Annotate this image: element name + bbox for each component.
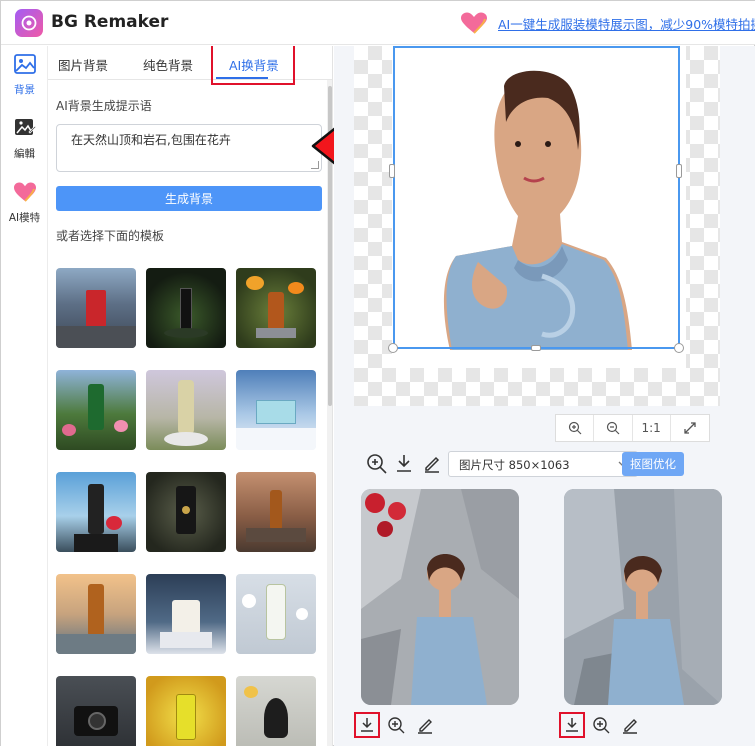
resize-handle-left[interactable]	[389, 164, 395, 178]
template-thumbnail[interactable]	[236, 676, 316, 746]
rail-label: AI模特	[8, 212, 41, 224]
app-logo[interactable]	[15, 9, 43, 37]
template-thumbnail[interactable]	[56, 676, 136, 746]
result-image-2[interactable]	[564, 489, 722, 705]
generate-background-button[interactable]: 生成背景	[56, 186, 322, 211]
edit-image-icon	[14, 118, 37, 142]
left-rail: 背景 編輯 AI模特	[1, 46, 48, 746]
image-icon	[13, 54, 36, 78]
template-thumbnail[interactable]	[146, 676, 226, 746]
edit-pen-icon	[623, 719, 637, 734]
highlight-box	[211, 46, 295, 85]
actual-size-button[interactable]: 1:1	[633, 415, 671, 441]
rail-item-ai-model[interactable]: AI模特	[1, 182, 48, 242]
resize-handle-bottom[interactable]	[531, 345, 541, 351]
resize-handle-bottom-right[interactable]	[674, 343, 684, 353]
zoom-controls: 1:1	[555, 414, 710, 442]
canvas-workspace: 1:1 图片尺寸 850×1063 抠图优化	[334, 46, 755, 746]
result-image-1[interactable]	[361, 489, 519, 705]
image-size-select[interactable]: 图片尺寸 850×1063	[448, 451, 638, 477]
template-thumbnail[interactable]	[236, 370, 316, 450]
download-result-1-button[interactable]	[354, 712, 380, 738]
image-toolbar: 图片尺寸 850×1063 抠图优化	[364, 451, 734, 477]
zoom-out-icon	[606, 421, 620, 435]
cutout-optimize-button[interactable]: 抠图优化	[622, 452, 684, 476]
result-1-actions	[354, 712, 441, 738]
template-thumbnail[interactable]	[236, 268, 316, 348]
heart-icon	[460, 12, 488, 38]
rail-item-edit[interactable]: 編輯	[1, 118, 48, 178]
rail-item-background[interactable]: 背景	[1, 54, 48, 114]
fullscreen-button[interactable]	[671, 415, 709, 441]
template-thumbnail[interactable]	[146, 472, 226, 552]
template-thumbnail[interactable]	[146, 370, 226, 450]
promo-link[interactable]: AI一键生成服装模特展示图，减少90%模特拍摄	[498, 14, 755, 33]
rail-label: 編輯	[14, 148, 35, 160]
selection-frame[interactable]	[393, 46, 680, 349]
prompt-textarea[interactable]: 在天然山顶和岩石,包围在花卉	[56, 124, 322, 172]
download-icon	[361, 718, 373, 732]
tab-image-background[interactable]: 图片背景	[58, 55, 108, 74]
expand-icon	[684, 422, 696, 434]
template-thumbnail[interactable]	[56, 574, 136, 654]
resize-handle-right[interactable]	[676, 164, 682, 178]
edit-pen-icon	[418, 719, 432, 734]
prompt-text: 在天然山顶和岩石,包围在花卉	[71, 133, 231, 147]
template-thumbnail[interactable]	[56, 472, 136, 552]
zoom-in-icon	[568, 421, 582, 435]
app-title: BG Remaker	[51, 12, 169, 32]
edit-result-1-button[interactable]	[412, 712, 438, 738]
result-2-actions	[559, 712, 646, 738]
prompt-label: AI背景生成提示语	[56, 99, 152, 113]
heart-icon	[13, 182, 37, 206]
zoom-in-icon[interactable]	[366, 453, 388, 479]
zoom-in-button[interactable]	[556, 415, 595, 441]
zoom-result-1-button[interactable]	[383, 712, 409, 738]
image-size-value: 图片尺寸 850×1063	[459, 458, 570, 472]
background-panel: 图片背景 纯色背景 AI换背景 AI背景生成提示语 在天然山顶和岩石,包围在花卉…	[48, 46, 333, 746]
template-thumbnail[interactable]	[146, 268, 226, 348]
templates-label: 或者选择下面的模板	[56, 229, 165, 243]
resize-handle-bottom-left[interactable]	[388, 343, 398, 353]
rail-label: 背景	[14, 84, 35, 96]
download-icon[interactable]	[394, 453, 414, 477]
zoom-out-button[interactable]	[594, 415, 633, 441]
template-thumbnail[interactable]	[236, 574, 316, 654]
edit-result-2-button[interactable]	[617, 712, 643, 738]
download-icon	[566, 718, 578, 732]
app-header: BG Remaker AI一键生成服装模特展示图，减少90%模特拍摄	[1, 1, 755, 45]
template-thumbnail[interactable]	[146, 574, 226, 654]
tab-solid-background[interactable]: 纯色背景	[143, 55, 193, 74]
edit-pen-icon[interactable]	[422, 453, 442, 477]
template-thumbnail[interactable]	[236, 472, 316, 552]
template-thumbnail[interactable]	[56, 268, 136, 348]
zoom-in-icon	[593, 717, 610, 734]
download-result-2-button[interactable]	[559, 712, 585, 738]
zoom-result-2-button[interactable]	[588, 712, 614, 738]
template-thumbnail[interactable]	[56, 370, 136, 450]
zoom-in-icon	[388, 717, 405, 734]
